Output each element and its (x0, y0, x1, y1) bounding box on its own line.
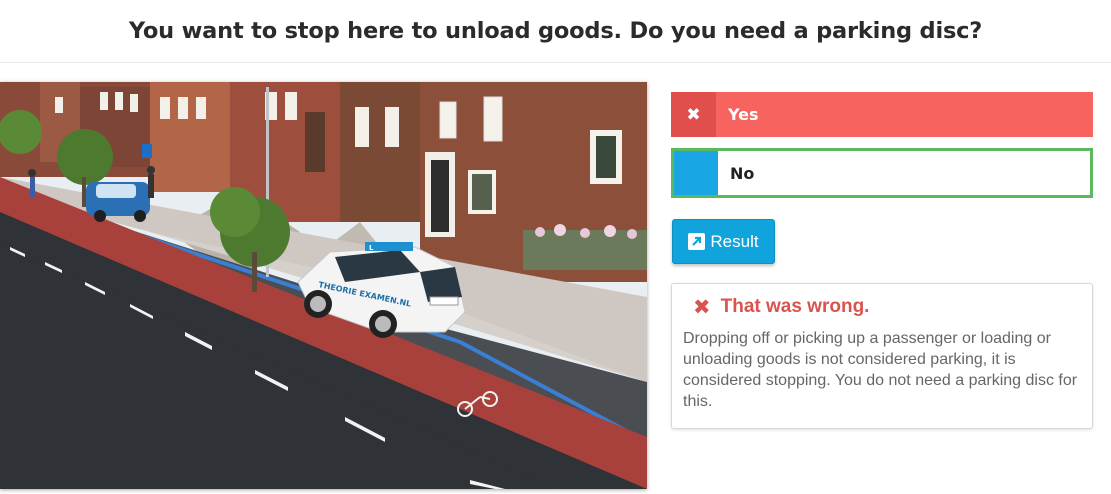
question-header: You want to stop here to unload goods. D… (0, 0, 1111, 63)
result-button[interactable]: Result (672, 219, 775, 264)
cross-icon: ✖ (671, 92, 716, 137)
question-title: You want to stop here to unload goods. D… (128, 18, 983, 44)
feedback-title: That was wrong. (720, 296, 870, 317)
answer-list: ✖ Yes No (671, 92, 1093, 198)
answer-no-label: No (730, 163, 755, 183)
roof-sign: L (369, 244, 374, 252)
feedback-text: Dropping off or picking up a passenger o… (683, 330, 1078, 410)
cross-icon: ✖ (693, 294, 711, 319)
answer-yes[interactable]: ✖ Yes (671, 92, 1093, 137)
external-link-icon (688, 233, 706, 250)
blue-car (86, 182, 150, 222)
result-button-label: Result (710, 231, 759, 251)
house-right (420, 82, 647, 282)
answer-no[interactable]: No (671, 148, 1093, 198)
answer-no-marker (674, 151, 718, 195)
feedback-header: ✖ That was wrong. (693, 296, 1080, 318)
feedback-panel: ✖ That was wrong. Dropping off or pickin… (671, 283, 1093, 429)
scene-image: L THEORIE EXAMEN.NL (0, 82, 647, 489)
answer-yes-label: Yes (728, 105, 759, 124)
